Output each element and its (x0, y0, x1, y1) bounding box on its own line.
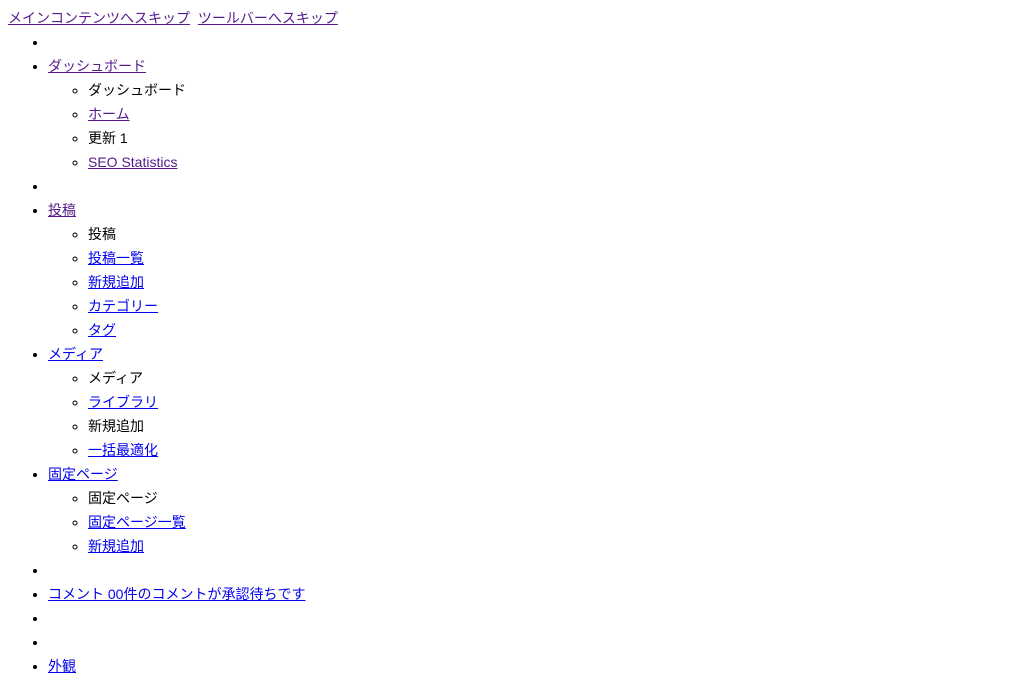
menu-item-empty (48, 32, 1016, 53)
submenu-tags-link[interactable]: タグ (88, 322, 116, 338)
submenu-categories-link[interactable]: カテゴリー (88, 298, 158, 314)
skip-main-content-link[interactable]: メインコンテンツへスキップ (8, 10, 190, 26)
menu-item-comments: コメント 00件のコメントが承認待ちです (48, 584, 1016, 605)
menu-item-dashboard: ダッシュボード ダッシュボード ホーム 更新 1 SEO Statistics (48, 56, 1016, 173)
pages-link[interactable]: 固定ページ (48, 466, 118, 482)
menu-item-empty (48, 632, 1016, 653)
admin-menu: ダッシュボード ダッシュボード ホーム 更新 1 SEO Statistics … (8, 32, 1016, 677)
menu-item-posts: 投稿 投稿 投稿一覧 新規追加 カテゴリー タグ (48, 200, 1016, 341)
submenu-posts-add-new-link[interactable]: 新規追加 (88, 274, 144, 290)
submenu-bulk-optimize-link[interactable]: 一括最適化 (88, 442, 158, 458)
menu-item-empty (48, 560, 1016, 581)
menu-item-appearance: 外観 (48, 656, 1016, 677)
submenu-pages-label: 固定ページ (88, 490, 158, 506)
submenu-seo-stats-link[interactable]: SEO Statistics (88, 154, 177, 170)
submenu-media-add-new-label: 新規追加 (88, 418, 144, 434)
menu-item-empty (48, 176, 1016, 197)
media-link[interactable]: メディア (48, 346, 103, 362)
submenu-library-link[interactable]: ライブラリ (88, 394, 158, 410)
appearance-link[interactable]: 外観 (48, 658, 76, 674)
submenu-posts-label: 投稿 (88, 226, 116, 242)
menu-item-pages: 固定ページ 固定ページ 固定ページ一覧 新規追加 (48, 464, 1016, 557)
comments-link[interactable]: コメント 00件のコメントが承認待ちです (48, 586, 305, 602)
submenu-home-link[interactable]: ホーム (88, 106, 130, 122)
menu-item-media: メディア メディア ライブラリ 新規追加 一括最適化 (48, 344, 1016, 461)
submenu-dashboard-label: ダッシュボード (88, 82, 186, 98)
submenu-all-posts-link[interactable]: 投稿一覧 (88, 250, 144, 266)
submenu-all-pages-link[interactable]: 固定ページ一覧 (88, 514, 186, 530)
submenu-updates-label: 更新 1 (88, 130, 128, 146)
skip-toolbar-link[interactable]: ツールバーへスキップ (198, 10, 338, 26)
submenu-pages-add-new-link[interactable]: 新規追加 (88, 538, 144, 554)
submenu-media-label: メディア (88, 370, 143, 386)
posts-link[interactable]: 投稿 (48, 202, 76, 218)
menu-item-empty (48, 608, 1016, 629)
dashboard-link[interactable]: ダッシュボード (48, 58, 146, 74)
